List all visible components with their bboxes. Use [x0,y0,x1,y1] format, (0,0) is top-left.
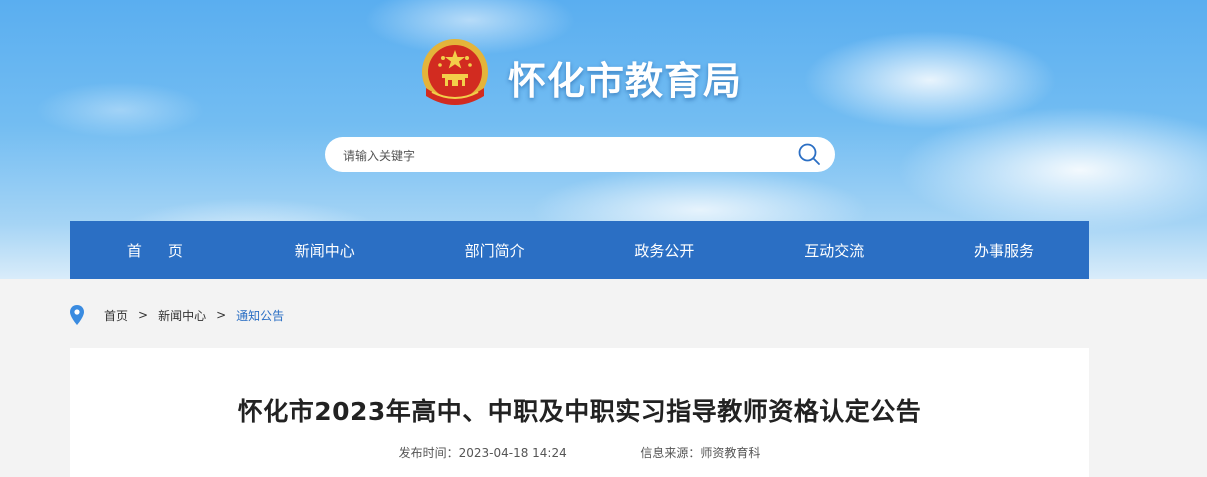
publish-time: 2023-04-18 14:24 [458,446,567,460]
search-box [325,137,835,172]
breadcrumb-news[interactable]: 新闻中心 [158,307,206,324]
national-emblem-icon [422,39,488,105]
nav-item-news[interactable]: 新闻中心 [240,221,410,279]
breadcrumb-separator: > [216,308,227,322]
breadcrumb-home[interactable]: 首页 [104,307,128,324]
breadcrumb-separator: > [138,308,149,322]
article-meta: 发布时间：2023-04-18 14:24 信息来源：师资教育科 [70,444,1089,461]
publish-time-label: 发布时间： [398,446,459,460]
search-icon[interactable] [797,142,821,166]
site-title: 怀化市教育局 [508,59,743,103]
main-nav: 首页 新闻中心 部门简介 政务公开 互动交流 办事服务 [70,221,1089,279]
breadcrumb-current[interactable]: 通知公告 [236,307,284,324]
breadcrumb: 首页 > 新闻中心 > 通知公告 [70,304,284,326]
nav-item-interaction[interactable]: 互动交流 [749,221,919,279]
nav-item-home[interactable]: 首页 [70,221,240,279]
location-pin-icon [70,305,84,325]
source-value: 师资教育科 [700,446,761,460]
nav-item-about[interactable]: 部门简介 [410,221,580,279]
search-input[interactable] [341,145,785,167]
article-title: 怀化市2023年高中、中职及中职实习指导教师资格认定公告 [237,397,922,426]
article-panel: 怀化市2023年高中、中职及中职实习指导教师资格认定公告 发布时间：2023-0… [70,348,1089,477]
nav-item-services[interactable]: 办事服务 [919,221,1089,279]
source-label: 信息来源： [640,446,701,460]
nav-item-gov-affairs[interactable]: 政务公开 [579,221,749,279]
